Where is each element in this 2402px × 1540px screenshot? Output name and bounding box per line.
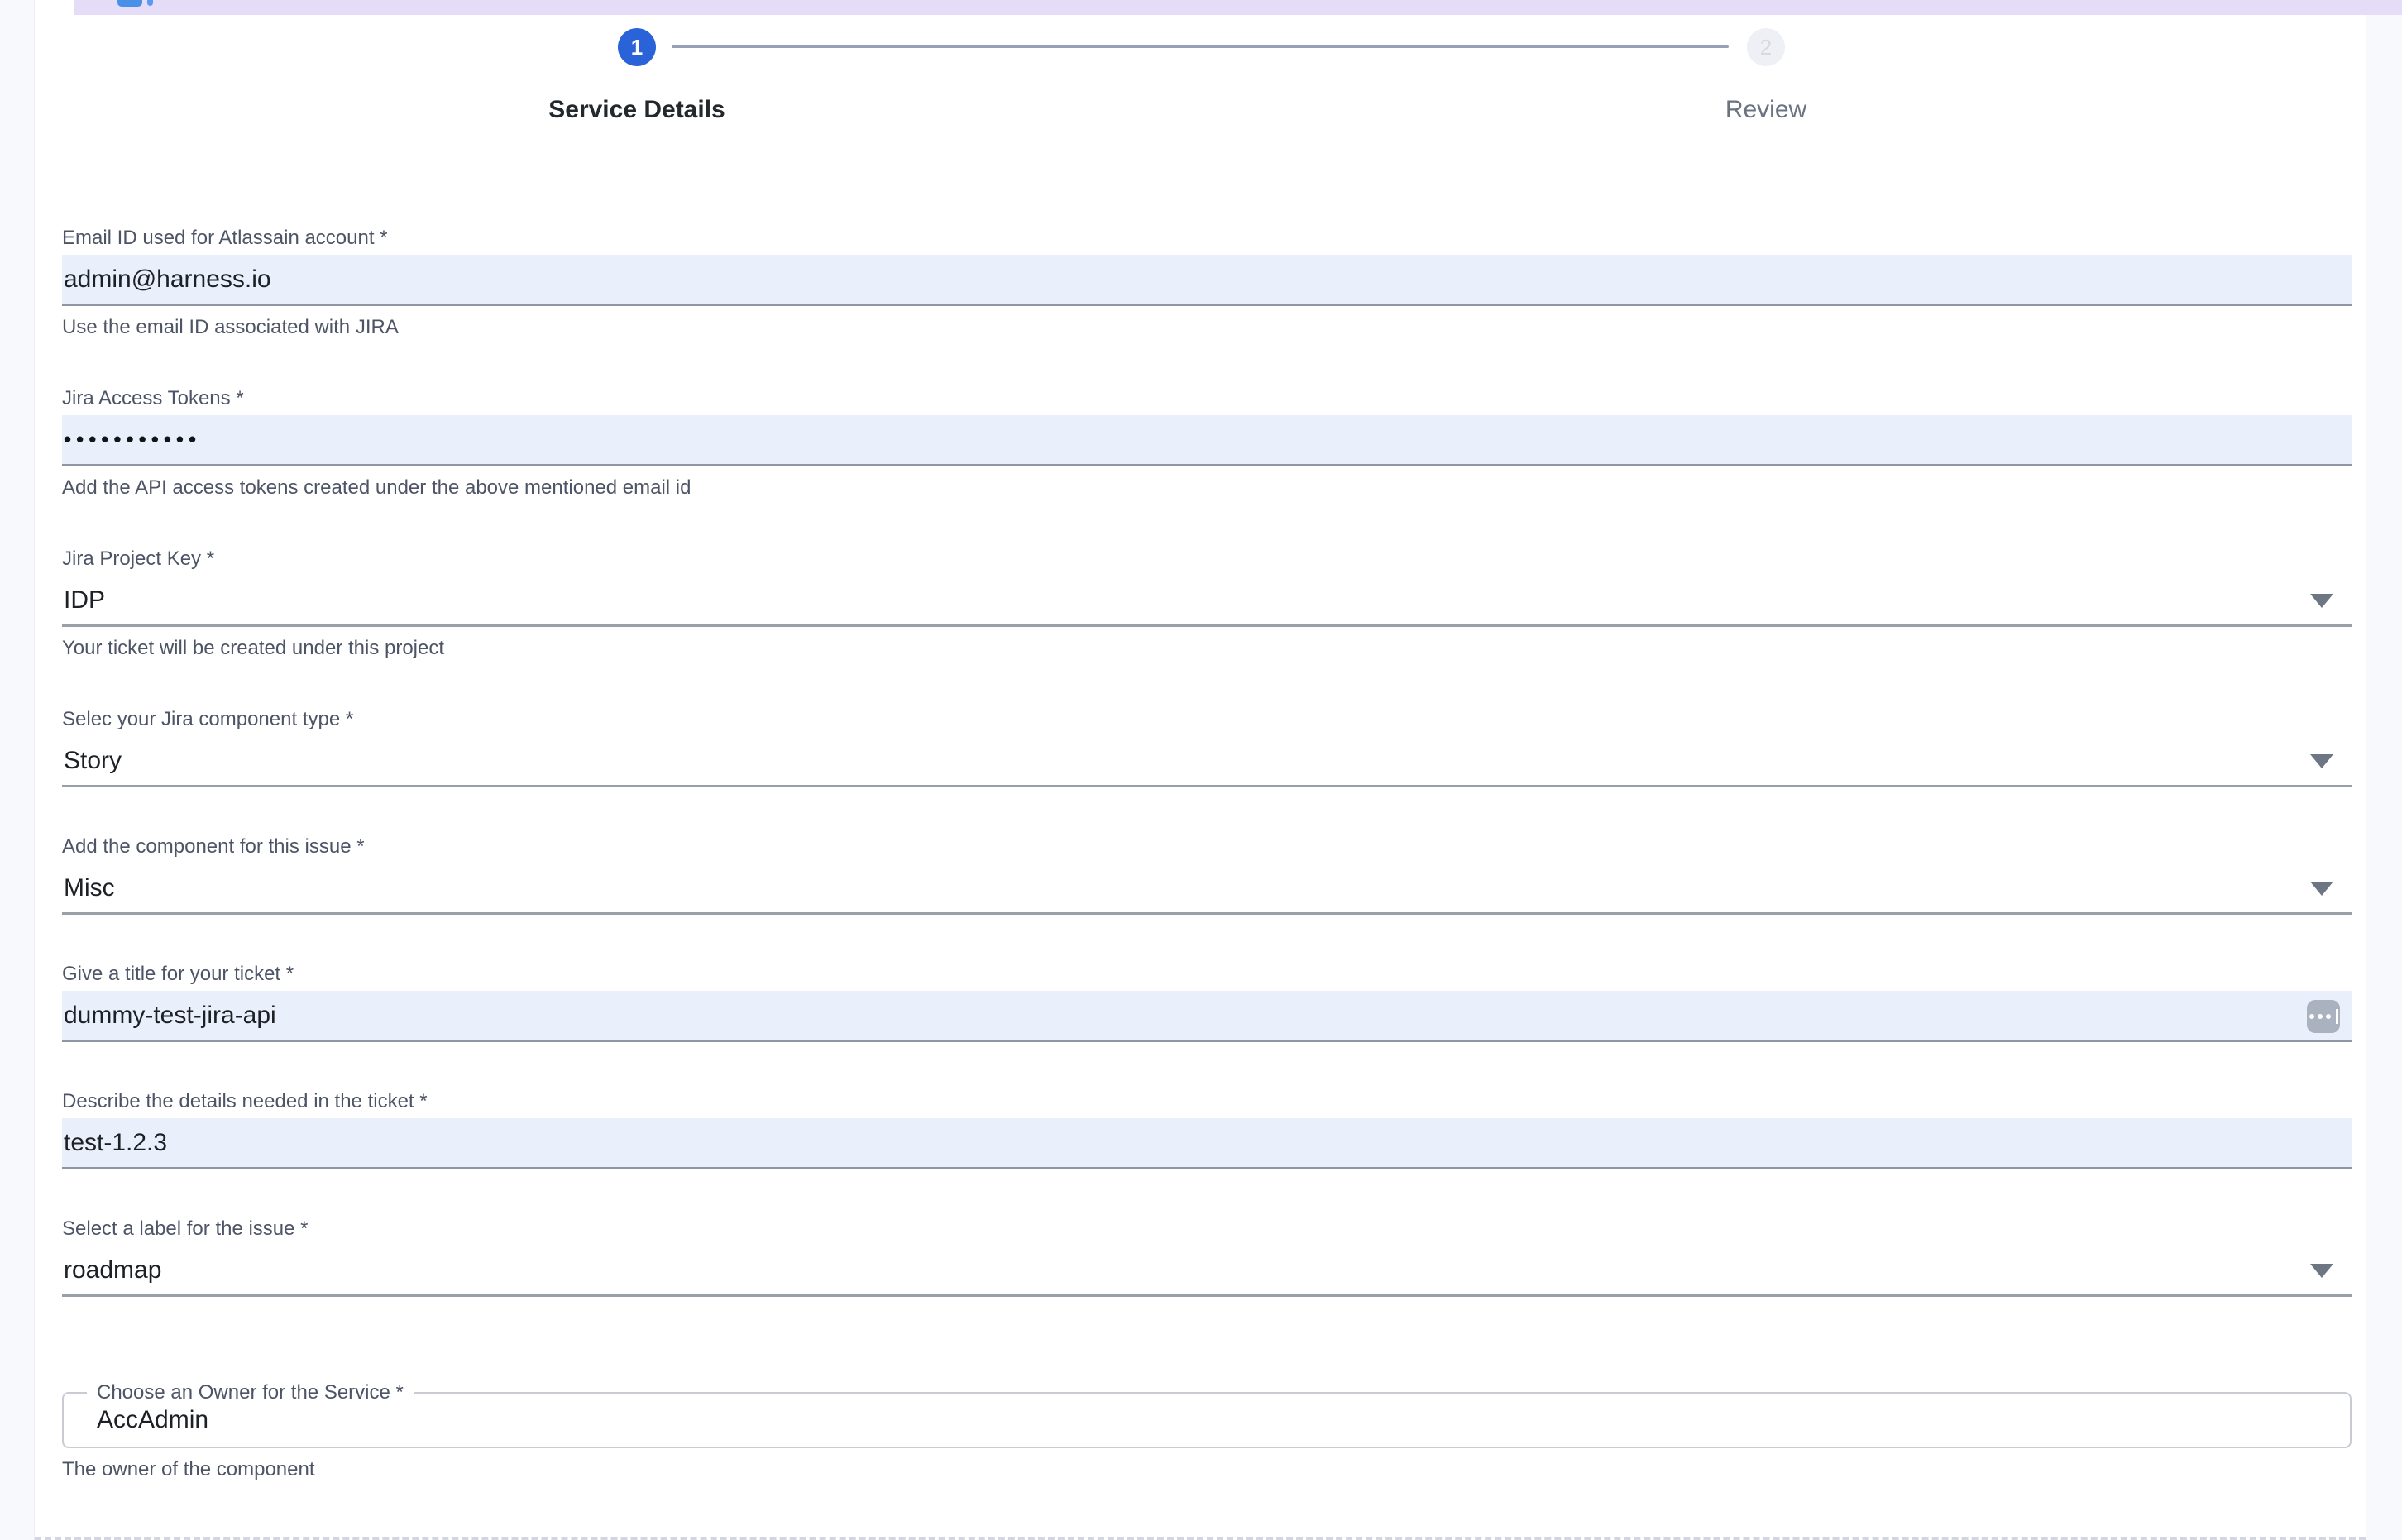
owner-input[interactable]: Choose an Owner for the Service * AccAdm… [62,1392,2352,1448]
owner-input-value: AccAdmin [64,1406,208,1434]
component-type-select[interactable]: Story [62,736,2352,787]
chevron-down-icon[interactable] [2310,882,2333,896]
email-field-label: Email ID used for Atlassain account * [62,227,2352,250]
tokens-field-label: Jira Access Tokens * [62,387,2352,410]
top-header-bar [74,0,2402,15]
issue-component-value: Misc [62,874,115,902]
field-group-component-type: Selec your Jira component type * Story [62,708,2352,787]
chevron-down-icon[interactable] [2310,754,2333,768]
field-group-email: Email ID used for Atlassain account * ad… [62,227,2352,339]
component-type-label: Selec your Jira component type * [62,708,2352,731]
ticket-description-value: test-1.2.3 [62,1129,167,1157]
owner-helper-text: The owner of the component [62,1458,2352,1481]
step-1-indicator[interactable]: 1 [618,28,656,66]
runtime-input-icon[interactable] [2307,1000,2340,1033]
email-helper-text: Use the email ID associated with JIRA [62,316,2352,339]
field-group-access-tokens: Jira Access Tokens * ••••••••••• Add the… [62,387,2352,500]
issue-component-select[interactable]: Misc [62,863,2352,915]
issue-label-value: roadmap [62,1256,161,1284]
ticket-title-label: Give a title for your ticket * [62,963,2352,986]
wizard-page: 1 2 Service Details Review Email ID used… [0,0,2402,1540]
email-input-value: admin@harness.io [62,265,271,294]
tokens-input[interactable]: ••••••••••• [62,415,2352,466]
stepper-connector-line [672,45,1729,48]
step-2-indicator[interactable]: 2 [1747,28,1785,66]
header-logo-fragment-icon [147,0,153,6]
header-logo-fragment-icon [117,0,142,7]
field-group-project-key: Jira Project Key * IDP Your ticket will … [62,548,2352,660]
step-1-label[interactable]: Service Details [488,96,786,124]
field-group-issue-label: Select a label for the issue * roadmap [62,1217,2352,1297]
ticket-title-value: dummy-test-jira-api [62,1002,276,1030]
issue-component-label: Add the component for this issue * [62,835,2352,858]
cursor-bar [2336,1009,2338,1024]
ticket-description-input[interactable]: test-1.2.3 [62,1118,2352,1169]
project-key-label: Jira Project Key * [62,548,2352,571]
tokens-helper-text: Add the API access tokens created under … [62,476,2352,500]
project-key-value: IDP [62,586,105,615]
component-type-value: Story [62,747,122,775]
service-details-form: Email ID used for Atlassain account * ad… [62,227,2352,1529]
dot [2309,1014,2314,1019]
field-group-issue-component: Add the component for this issue * Misc [62,835,2352,915]
issue-label-label: Select a label for the issue * [62,1217,2352,1241]
issue-label-select[interactable]: roadmap [62,1246,2352,1297]
left-page-gutter [0,0,35,1540]
ticket-title-input[interactable]: dummy-test-jira-api [62,991,2352,1042]
step-2-label[interactable]: Review [1617,96,1915,124]
dot [2318,1014,2323,1019]
ticket-description-label: Describe the details needed in the ticke… [62,1090,2352,1113]
field-group-owner: Choose an Owner for the Service * AccAdm… [62,1392,2352,1481]
right-page-gutter [2366,15,2402,1540]
dot [2326,1014,2331,1019]
chevron-down-icon[interactable] [2310,594,2333,608]
chevron-down-icon[interactable] [2310,1264,2333,1278]
owner-field-label: Choose an Owner for the Service * [87,1381,414,1404]
tokens-input-value: ••••••••••• [62,427,201,452]
project-key-select[interactable]: IDP [62,576,2352,627]
email-input[interactable]: admin@harness.io [62,255,2352,306]
wizard-panel: 1 2 Service Details Review Email ID used… [35,15,2366,1540]
field-group-ticket-description: Describe the details needed in the ticke… [62,1090,2352,1169]
field-group-ticket-title: Give a title for your ticket * dummy-tes… [62,963,2352,1042]
project-key-helper-text: Your ticket will be created under this p… [62,637,2352,660]
